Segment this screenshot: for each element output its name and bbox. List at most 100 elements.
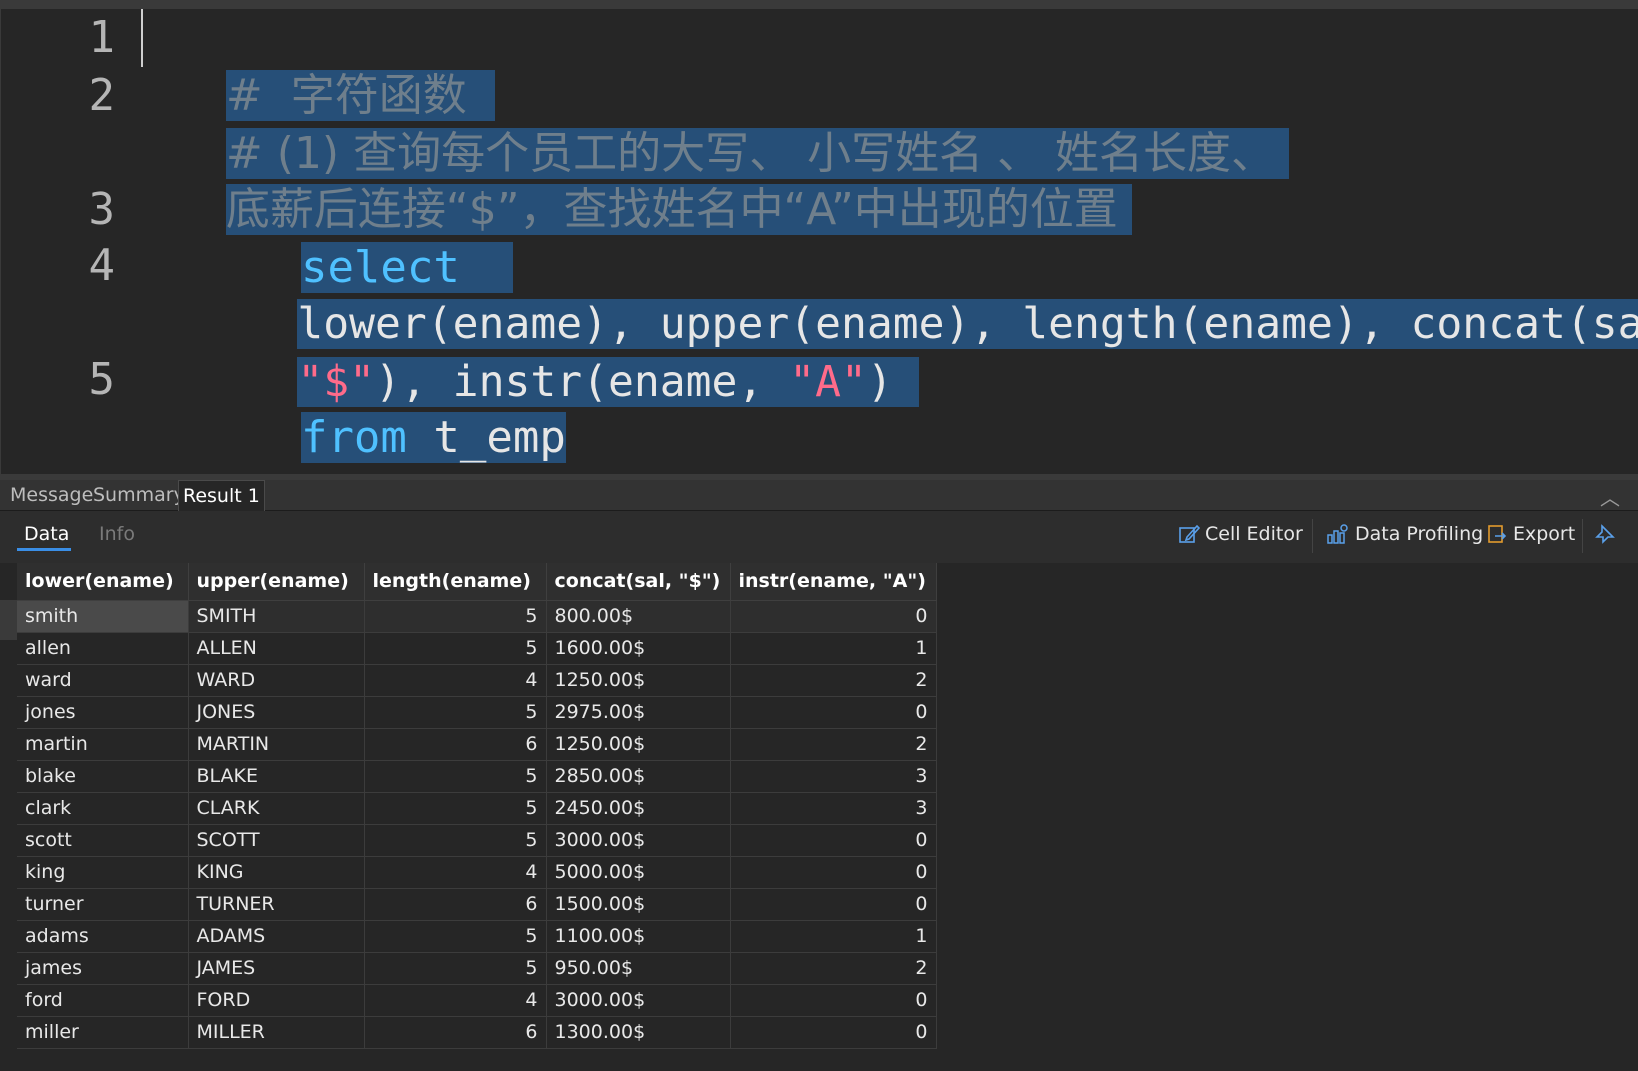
cell[interactable]: clark — [17, 792, 189, 825]
row-selector[interactable] — [0, 600, 17, 640]
sql-editor[interactable]: 1 2 3 4 5 # 字符函数 # (1) 查询每个员工的大写、 小写姓名 、… — [0, 9, 1638, 474]
tab-summary[interactable]: Summary — [89, 480, 189, 510]
tab-message[interactable]: Message — [6, 480, 97, 510]
cell[interactable]: 1600.00$ — [546, 632, 731, 665]
cell[interactable]: JAMES — [188, 952, 365, 985]
cell[interactable]: blake — [17, 760, 189, 793]
subtab-info[interactable]: Info — [99, 523, 135, 545]
table-row[interactable]: miller MILLER 6 1300.00$ 0 — [17, 1016, 937, 1049]
table-row[interactable]: clark CLARK 5 2450.00$ 3 — [17, 792, 937, 825]
data-profiling-button[interactable]: Data Profiling — [1326, 523, 1483, 545]
cell[interactable]: 0 — [730, 856, 937, 889]
cell[interactable]: 4 — [364, 856, 547, 889]
cell[interactable]: 5 — [364, 760, 547, 793]
cell[interactable]: ford — [17, 984, 189, 1017]
cell[interactable]: 0 — [730, 600, 937, 633]
cell[interactable]: 5 — [364, 920, 547, 953]
cell[interactable]: 5 — [364, 792, 547, 825]
table-row[interactable]: jones JONES 5 2975.00$ 0 — [17, 696, 937, 729]
cell[interactable]: CLARK — [188, 792, 365, 825]
cell[interactable]: SMITH — [188, 600, 365, 633]
cell[interactable]: turner — [17, 888, 189, 921]
cell[interactable]: 950.00$ — [546, 952, 731, 985]
cell[interactable]: 0 — [730, 888, 937, 921]
cell[interactable]: 1300.00$ — [546, 1016, 731, 1049]
cell[interactable]: 5 — [364, 696, 547, 729]
table-row[interactable]: adams ADAMS 5 1100.00$ 1 — [17, 920, 937, 953]
cell[interactable]: smith — [17, 600, 189, 633]
cell[interactable]: 5 — [364, 952, 547, 985]
cell[interactable]: KING — [188, 856, 365, 889]
cell[interactable]: 4 — [364, 984, 547, 1017]
cell[interactable]: MARTIN — [188, 728, 365, 761]
cell[interactable]: ward — [17, 664, 189, 697]
table-row[interactable]: smith SMITH 5 800.00$ 0 — [17, 600, 937, 633]
cell-editor-button[interactable]: Cell Editor — [1178, 523, 1303, 545]
cell[interactable]: 2 — [730, 952, 937, 985]
table-row[interactable]: king KING 4 5000.00$ 0 — [17, 856, 937, 889]
cell[interactable]: 1 — [730, 632, 937, 665]
table-row[interactable]: ford FORD 4 3000.00$ 0 — [17, 984, 937, 1017]
column-header-upper-ename[interactable]: upper(ename) — [188, 563, 365, 601]
cell[interactable]: 2 — [730, 728, 937, 761]
cell[interactable]: james — [17, 952, 189, 985]
table-row[interactable]: blake BLAKE 5 2850.00$ 3 — [17, 760, 937, 793]
cell[interactable]: WARD — [188, 664, 365, 697]
subtab-data[interactable]: Data — [24, 523, 69, 545]
cell[interactable]: miller — [17, 1016, 189, 1049]
cell[interactable]: 5 — [364, 600, 547, 633]
cell[interactable]: MILLER — [188, 1016, 365, 1049]
cell[interactable]: 1250.00$ — [546, 664, 731, 697]
cell[interactable]: 1100.00$ — [546, 920, 731, 953]
cell[interactable]: 3 — [730, 760, 937, 793]
cell[interactable]: 2975.00$ — [546, 696, 731, 729]
pin-button[interactable] — [1594, 523, 1616, 545]
table-row[interactable]: turner TURNER 6 1500.00$ 0 — [17, 888, 937, 921]
cell[interactable]: 5 — [364, 632, 547, 665]
table-row[interactable]: scott SCOTT 5 3000.00$ 0 — [17, 824, 937, 857]
cell[interactable]: 6 — [364, 888, 547, 921]
column-header-concat-sal[interactable]: concat(sal, "$") — [546, 563, 731, 601]
cell[interactable]: 5000.00$ — [546, 856, 731, 889]
table-row[interactable]: james JAMES 5 950.00$ 2 — [17, 952, 937, 985]
cell[interactable]: ADAMS — [188, 920, 365, 953]
cell[interactable]: 3 — [730, 792, 937, 825]
cell[interactable]: 800.00$ — [546, 600, 731, 633]
cell[interactable]: adams — [17, 920, 189, 953]
export-button[interactable]: Export — [1486, 523, 1575, 545]
table-row[interactable]: martin MARTIN 6 1250.00$ 2 — [17, 728, 937, 761]
cell[interactable]: 6 — [364, 728, 547, 761]
tab-result-1[interactable]: Result 1 — [178, 480, 265, 511]
cell[interactable]: 0 — [730, 1016, 937, 1049]
cell[interactable]: scott — [17, 824, 189, 857]
collapse-panel-icon[interactable]: ︿ — [1600, 482, 1620, 511]
cell[interactable]: 5 — [364, 824, 547, 857]
cell[interactable]: JONES — [188, 696, 365, 729]
cell[interactable]: ALLEN — [188, 632, 365, 665]
cell[interactable]: 2450.00$ — [546, 792, 731, 825]
cell[interactable]: allen — [17, 632, 189, 665]
cell[interactable]: FORD — [188, 984, 365, 1017]
cell[interactable]: king — [17, 856, 189, 889]
cell[interactable]: 1250.00$ — [546, 728, 731, 761]
column-header-length-ename[interactable]: length(ename) — [364, 563, 547, 601]
cell[interactable]: 3000.00$ — [546, 984, 731, 1017]
cell[interactable]: martin — [17, 728, 189, 761]
cell[interactable]: BLAKE — [188, 760, 365, 793]
table-row[interactable]: allen ALLEN 5 1600.00$ 1 — [17, 632, 937, 665]
cell[interactable]: 2850.00$ — [546, 760, 731, 793]
cell[interactable]: 3000.00$ — [546, 824, 731, 857]
cell[interactable]: TURNER — [188, 888, 365, 921]
result-grid[interactable]: lower(ename) upper(ename) length(ename) … — [17, 563, 937, 1049]
cell[interactable]: 1500.00$ — [546, 888, 731, 921]
cell[interactable]: jones — [17, 696, 189, 729]
cell[interactable]: SCOTT — [188, 824, 365, 857]
cell[interactable]: 0 — [730, 824, 937, 857]
cell[interactable]: 0 — [730, 696, 937, 729]
table-row[interactable]: ward WARD 4 1250.00$ 2 — [17, 664, 937, 697]
cell[interactable]: 6 — [364, 1016, 547, 1049]
column-header-instr-ename[interactable]: instr(ename, "A") — [730, 563, 937, 601]
cell[interactable]: 4 — [364, 664, 547, 697]
cell[interactable]: 2 — [730, 664, 937, 697]
cell[interactable]: 1 — [730, 920, 937, 953]
